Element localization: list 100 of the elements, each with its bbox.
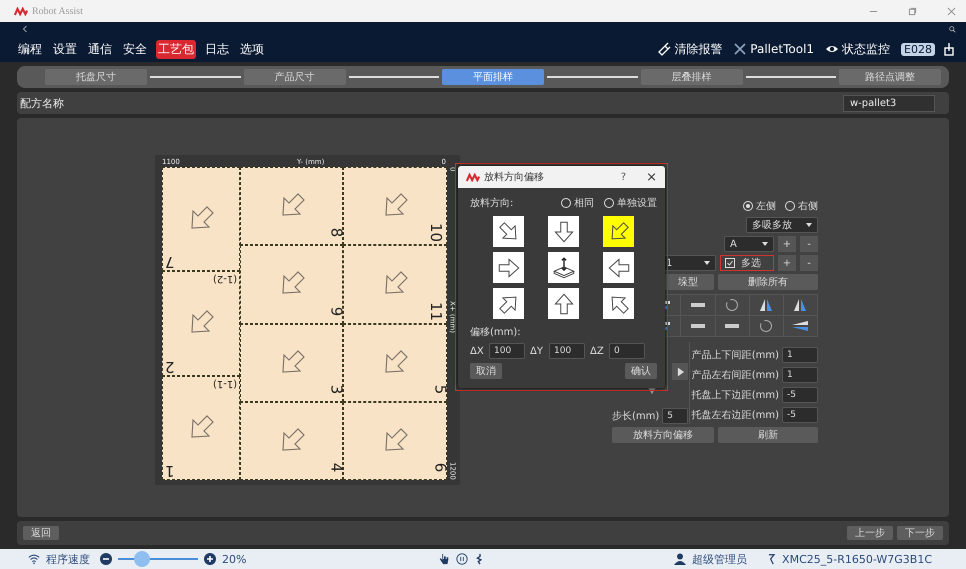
direction-button[interactable]	[603, 252, 634, 283]
step-adjust-button[interactable]: -	[800, 255, 818, 271]
step-button[interactable]: 路径点调整	[839, 69, 941, 85]
menu-item[interactable]: 工艺包	[156, 40, 196, 58]
restore-icon[interactable]	[908, 6, 917, 16]
product-cell[interactable]: 1 (1-1)	[162, 376, 240, 480]
cell-number: 4	[328, 462, 344, 472]
confirm-button[interactable]: 确认	[625, 363, 657, 379]
offset-field[interactable]: 100	[549, 343, 585, 359]
spacing-field[interactable]: -5	[782, 386, 818, 402]
cell-number: 7	[165, 254, 175, 270]
direction-button[interactable]	[548, 216, 579, 247]
back-button[interactable]: 返回	[23, 526, 59, 540]
field-label: 托盘左右边距(mm)	[692, 408, 779, 422]
previous-button[interactable]: 上一步	[847, 526, 893, 540]
product-cell[interactable]: 2 (1-2)	[162, 271, 240, 376]
spacing-field[interactable]: -5	[782, 406, 818, 422]
lift-button[interactable]	[548, 252, 579, 283]
controller-name: XMC25_5-R1650-W7G3B1C	[782, 552, 932, 566]
multi-select-checkbox[interactable]: 多选	[720, 255, 774, 271]
step-button[interactable]: 层叠排样	[640, 69, 742, 85]
spacing-field[interactable]: 1	[782, 366, 818, 382]
step-button[interactable]: 托盘尺寸	[45, 69, 147, 85]
mode-dropdown[interactable]: 多吸多放	[746, 217, 818, 233]
menu-item[interactable]: 安全	[121, 40, 149, 58]
menu-item[interactable]: 编程	[16, 40, 44, 58]
pause-icon[interactable]	[456, 553, 468, 565]
plus-icon[interactable]	[204, 553, 216, 565]
menu-item[interactable]: 日志	[203, 40, 231, 58]
direction-button[interactable]	[548, 288, 579, 319]
group-dropdown[interactable]: A	[724, 236, 774, 252]
layout-tool-button[interactable]	[716, 316, 749, 336]
user-icon	[674, 553, 686, 565]
direction-button[interactable]	[603, 288, 634, 319]
close-icon[interactable]	[947, 6, 956, 16]
offset-field[interactable]: 100	[489, 343, 525, 359]
cancel-button[interactable]: 取消	[470, 363, 502, 379]
product-cell[interactable]: 6	[343, 402, 447, 480]
product-cell[interactable]: 8	[240, 167, 343, 246]
menu-item[interactable]: 选项	[238, 40, 266, 58]
direction-label: 放料方向:	[470, 196, 514, 210]
user-role: 超级管理员	[692, 552, 748, 566]
layout-tool-button[interactable]	[750, 316, 783, 336]
offset-label: 偏移(mm):	[470, 326, 522, 339]
delete-all-button[interactable]: 删除所有	[718, 274, 818, 290]
play-button[interactable]	[672, 363, 688, 380]
layout-tool-button[interactable]	[784, 316, 817, 336]
product-cell[interactable]: 5	[343, 324, 447, 402]
logo-icon	[14, 6, 28, 16]
layout-tool-button[interactable]	[681, 316, 714, 336]
drop-offset-button[interactable]: 放料方向偏移	[612, 427, 714, 443]
menu-item[interactable]: 通信	[86, 40, 114, 58]
layout-tool-button[interactable]	[681, 295, 714, 315]
speed-slider[interactable]	[118, 551, 198, 567]
hand-icon[interactable]	[438, 553, 450, 565]
side-radio[interactable]: 右侧	[785, 199, 818, 213]
mode-radio[interactable]: 相同	[561, 196, 594, 210]
speed-label: 程序速度	[46, 552, 90, 566]
product-cell[interactable]: 4	[240, 402, 343, 480]
teach-pendant-icon[interactable]	[942, 42, 956, 56]
product-cell[interactable]: 11	[343, 245, 447, 324]
clear-alarm-link[interactable]: 清除报警	[674, 40, 722, 58]
back-icon[interactable]	[22, 25, 28, 33]
check-icon	[726, 259, 734, 267]
step-adjust-button[interactable]: +	[778, 255, 796, 271]
field-label: 托盘上下边距(mm)	[692, 388, 779, 402]
direction-button[interactable]	[493, 216, 524, 247]
step-adjust-button[interactable]: +	[778, 236, 796, 252]
direction-button[interactable]	[493, 252, 524, 283]
tool-name[interactable]: PalletTool1	[750, 42, 814, 56]
help-button[interactable]: ?	[620, 172, 626, 182]
broom-icon[interactable]	[657, 42, 672, 56]
step-field[interactable]: 5	[662, 408, 688, 424]
refresh-button[interactable]: 刷新	[718, 427, 818, 443]
step-adjust-button[interactable]: -	[800, 236, 818, 252]
product-cell[interactable]: 9	[240, 245, 343, 324]
recipe-name-field[interactable]: w-pallet3	[843, 94, 935, 112]
minus-icon[interactable]	[100, 553, 112, 565]
speed-value: 20%	[222, 552, 246, 566]
product-cell[interactable]: 10	[343, 167, 447, 246]
direction-button[interactable]	[603, 216, 634, 247]
side-radio[interactable]: 左侧	[743, 199, 776, 213]
layout-tool-button[interactable]	[784, 295, 817, 315]
tools-icon[interactable]	[733, 42, 748, 56]
offset-field[interactable]: 0	[609, 343, 645, 359]
direction-button[interactable]	[493, 288, 524, 319]
mode-radio[interactable]: 单独设置	[604, 196, 657, 210]
product-cell[interactable]: 7	[162, 167, 240, 272]
status-monitor-link[interactable]: 状态监控	[842, 40, 890, 58]
layout-tool-button[interactable]	[716, 295, 749, 315]
error-code-badge[interactable]: E028	[901, 42, 935, 56]
cell-number: 6	[432, 462, 448, 472]
spacing-field[interactable]: 1	[782, 346, 818, 362]
search-icon[interactable]	[949, 26, 956, 32]
menu-item[interactable]: 设置	[51, 40, 79, 58]
next-button[interactable]: 下一步	[897, 526, 943, 540]
layout-tool-button[interactable]	[750, 295, 783, 315]
close-button[interactable]: ×	[646, 170, 657, 184]
step-button[interactable]: 产品尺寸	[244, 69, 346, 85]
product-cell[interactable]: 3	[240, 324, 343, 402]
